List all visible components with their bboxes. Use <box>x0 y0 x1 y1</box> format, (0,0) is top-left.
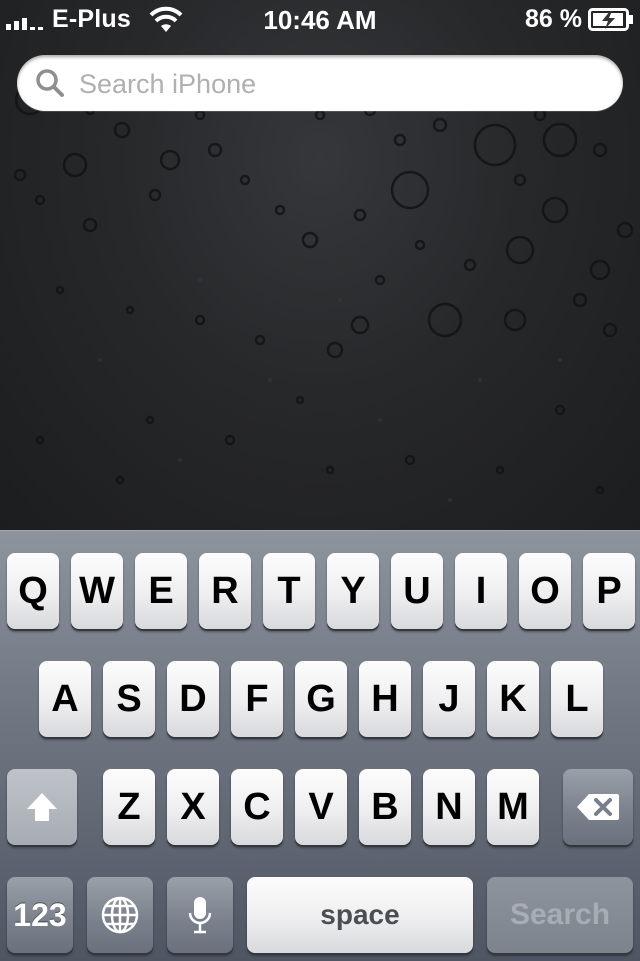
numbers-key[interactable]: 123 <box>7 877 73 953</box>
delete-backspace-icon <box>577 794 619 820</box>
key-k[interactable]: K <box>487 661 539 737</box>
shift-key[interactable] <box>7 769 77 845</box>
search-input[interactable] <box>77 65 611 103</box>
key-n[interactable]: N <box>423 769 475 845</box>
key-y[interactable]: Y <box>327 553 379 629</box>
status-bar: E-Plus 10:46 AM 86 % <box>0 0 640 40</box>
key-x[interactable]: X <box>167 769 219 845</box>
key-d[interactable]: D <box>167 661 219 737</box>
key-q[interactable]: Q <box>7 553 59 629</box>
key-o[interactable]: O <box>519 553 571 629</box>
shift-arrow-icon <box>27 793 57 821</box>
key-u[interactable]: U <box>391 553 443 629</box>
key-e[interactable]: E <box>135 553 187 629</box>
key-a[interactable]: A <box>39 661 91 737</box>
key-t[interactable]: T <box>263 553 315 629</box>
keyboard: Q W E R T Y U I O P A S D F G H J K L Z … <box>0 530 640 961</box>
search-field[interactable] <box>17 55 623 111</box>
key-i[interactable]: I <box>455 553 507 629</box>
key-z[interactable]: Z <box>103 769 155 845</box>
key-s[interactable]: S <box>103 661 155 737</box>
key-l[interactable]: L <box>551 661 603 737</box>
space-key[interactable]: space <box>247 877 473 953</box>
battery-charging-icon <box>588 8 634 39</box>
key-r[interactable]: R <box>199 553 251 629</box>
key-p[interactable]: P <box>583 553 635 629</box>
key-g[interactable]: G <box>295 661 347 737</box>
key-m[interactable]: M <box>487 769 539 845</box>
microphone-icon <box>188 897 212 934</box>
globe-key[interactable] <box>87 877 153 953</box>
key-j[interactable]: J <box>423 661 475 737</box>
microphone-key[interactable] <box>167 877 233 953</box>
globe-icon <box>101 896 139 934</box>
search-key[interactable]: Search <box>487 877 633 953</box>
delete-key[interactable] <box>563 769 633 845</box>
key-b[interactable]: B <box>359 769 411 845</box>
key-f[interactable]: F <box>231 661 283 737</box>
key-h[interactable]: H <box>359 661 411 737</box>
battery-percent: 86 % <box>525 5 582 33</box>
key-v[interactable]: V <box>295 769 347 845</box>
key-c[interactable]: C <box>231 769 283 845</box>
key-w[interactable]: W <box>71 553 123 629</box>
search-icon <box>35 68 65 103</box>
